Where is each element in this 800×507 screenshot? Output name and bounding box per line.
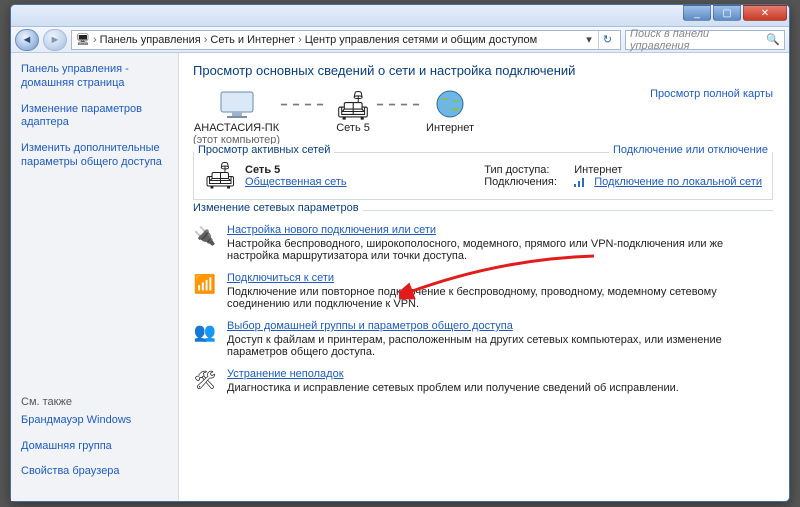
crumb-network-center[interactable]: Центр управления сетями и общим доступом <box>305 34 537 46</box>
signal-icon <box>574 177 586 187</box>
node-internet-label: Интернет <box>426 122 474 134</box>
node-network[interactable]: 🛋 Сеть 5 <box>330 88 376 134</box>
network-map: АНАСТАСИЯ-ПК (этот компьютер) ━━━━ 🛋 Сет… <box>193 88 773 146</box>
node-network-label: Сеть 5 <box>336 122 370 134</box>
chevron-right-icon: › <box>298 34 302 46</box>
lan-connection-link[interactable]: Подключение по локальной сети <box>594 176 762 188</box>
node-internet[interactable]: Интернет <box>426 88 474 134</box>
task-homegroup-sharing: 👥 Выбор домашней группы и параметров общ… <box>193 320 773 358</box>
access-type-value: Интернет <box>574 164 622 176</box>
task-troubleshoot-desc: Диагностика и исправление сетевых пробле… <box>227 382 679 394</box>
new-connection-icon: 🔌 <box>193 224 217 248</box>
search-icon: 🔍 <box>766 33 780 46</box>
sidebar-item-homegroup[interactable]: Домашняя группа <box>21 440 168 454</box>
sidebar-item-sharing-settings[interactable]: Изменить дополнительные параметры общего… <box>21 142 168 170</box>
troubleshoot-icon: 🛠 <box>193 368 217 392</box>
sidebar-item-browser-properties[interactable]: Свойства браузера <box>21 465 168 479</box>
address-dropdown-button[interactable]: ▾ <box>582 33 596 46</box>
sidebar-item-firewall[interactable]: Брандмауэр Windows <box>21 414 168 428</box>
control-panel-window: _ ▢ ✕ ◄ ► 🖥 › Панель управления › Сеть и… <box>10 4 790 502</box>
window-body: Панель управления - домашняя страница Из… <box>11 53 789 501</box>
sidebar: Панель управления - домашняя страница Из… <box>11 53 179 501</box>
monitor-icon <box>214 88 260 122</box>
address-breadcrumb[interactable]: 🖥 › Панель управления › Сеть и Интернет … <box>71 30 621 50</box>
task-troubleshoot: 🛠 Устранение неполадок Диагностика и исп… <box>193 368 773 394</box>
main-content: Просмотр основных сведений о сети и наст… <box>179 53 789 501</box>
bench-icon: 🛋 <box>330 88 376 122</box>
connection-line: ━━━━ <box>280 100 330 111</box>
task-new-connection: 🔌 Настройка нового подключения или сети … <box>193 224 773 262</box>
computer-icon: 🖥 <box>76 33 90 46</box>
task-connect-network-link[interactable]: Подключиться к сети <box>227 272 334 284</box>
task-new-connection-link[interactable]: Настройка нового подключения или сети <box>227 224 436 236</box>
access-type-label: Тип доступа: <box>484 164 566 176</box>
connect-disconnect-link[interactable]: Подключение или отключение <box>609 144 772 156</box>
task-troubleshoot-link[interactable]: Устранение неполадок <box>227 368 344 380</box>
node-this-pc[interactable]: АНАСТАСИЯ-ПК (этот компьютер) <box>193 88 280 146</box>
task-connect-network-desc: Подключение или повторное подключение к … <box>227 286 773 310</box>
refresh-button[interactable]: ↻ <box>598 31 616 49</box>
forward-button[interactable]: ► <box>43 29 67 51</box>
bench-icon: 🛋 <box>204 160 237 191</box>
connect-network-icon: 📶 <box>193 272 217 296</box>
change-settings-legend: Изменение сетевых параметров <box>179 202 363 214</box>
back-button[interactable]: ◄ <box>15 29 39 51</box>
task-homegroup-sharing-link[interactable]: Выбор домашней группы и параметров общег… <box>227 320 513 332</box>
close-button[interactable]: ✕ <box>743 5 787 21</box>
task-homegroup-sharing-desc: Доступ к файлам и принтерам, расположенн… <box>227 334 773 358</box>
task-new-connection-desc: Настройка беспроводного, широкополосного… <box>227 238 773 262</box>
maximize-button[interactable]: ▢ <box>713 5 741 21</box>
active-networks-group: Просмотр активных сетей Подключение или … <box>193 152 773 200</box>
navbar: ◄ ► 🖥 › Панель управления › Сеть и Интер… <box>11 27 789 53</box>
active-networks-legend: Просмотр активных сетей <box>194 144 334 156</box>
minimize-button[interactable]: _ <box>683 5 711 21</box>
connection-line: ━━━━ <box>376 100 426 111</box>
change-network-settings-group: Изменение сетевых параметров 🔌 Настройка… <box>193 210 773 394</box>
globe-icon <box>427 88 473 122</box>
node-pc-label: АНАСТАСИЯ-ПК <box>194 122 279 134</box>
active-network-name: Сеть 5 <box>245 164 347 176</box>
search-input[interactable]: Поиск в панели управления 🔍 <box>625 30 785 50</box>
see-also-header: См. также <box>21 396 168 408</box>
titlebar[interactable]: _ ▢ ✕ <box>11 5 789 27</box>
crumb-control-panel[interactable]: Панель управления <box>100 34 201 46</box>
homegroup-icon: 👥 <box>193 320 217 344</box>
connections-label: Подключения: <box>484 176 566 188</box>
chevron-right-icon: › <box>204 34 208 46</box>
task-connect-network: 📶 Подключиться к сети Подключение или по… <box>193 272 773 310</box>
active-network-type-link[interactable]: Общественная сеть <box>245 176 347 188</box>
view-full-map-link[interactable]: Просмотр полной карты <box>650 88 773 100</box>
crumb-network-internet[interactable]: Сеть и Интернет <box>210 34 295 46</box>
search-placeholder: Поиск в панели управления <box>630 28 766 52</box>
sidebar-item-adapter-settings[interactable]: Изменение параметров адаптера <box>21 103 168 131</box>
sidebar-item-home[interactable]: Панель управления - домашняя страница <box>21 63 168 91</box>
page-title: Просмотр основных сведений о сети и наст… <box>193 63 773 78</box>
chevron-right-icon: › <box>93 34 97 46</box>
